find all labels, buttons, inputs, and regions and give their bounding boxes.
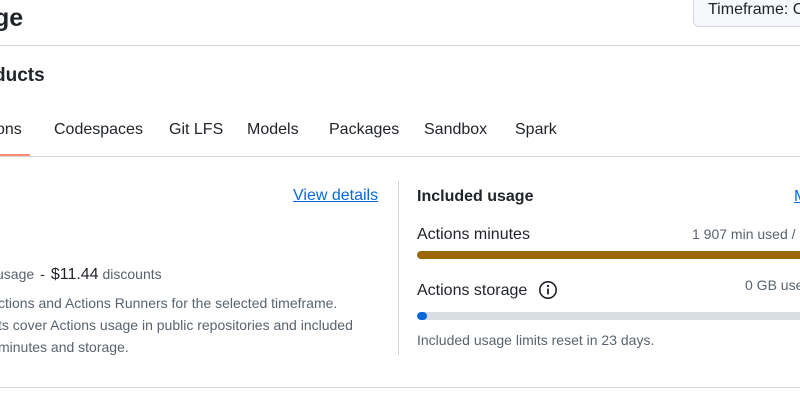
- products-heading: ducts: [0, 65, 45, 86]
- actions-storage-progress: [417, 312, 800, 320]
- manage-link[interactable]: M: [794, 188, 800, 206]
- discount-amount: $11.44: [50, 266, 99, 283]
- actions-minutes-progress-fill: [417, 251, 800, 259]
- tab-actions[interactable]: ons: [0, 110, 30, 156]
- tab-sandbox[interactable]: Sandbox: [424, 110, 487, 156]
- product-tabs: ons Codespaces Git LFS Models Packages S…: [0, 110, 800, 156]
- discount-summary: usage-$11.44 discounts: [0, 266, 162, 284]
- summary-separator: -: [40, 266, 45, 282]
- view-details-link[interactable]: View details: [293, 187, 378, 205]
- tab-packages[interactable]: Packages: [329, 110, 399, 156]
- tabs-divider: [0, 156, 800, 157]
- description-line: ctions and Actions Runners for the selec…: [0, 295, 338, 311]
- actions-storage-label: Actions storage: [417, 282, 528, 299]
- actions-storage-progress-fill: [417, 312, 427, 320]
- header-divider: [0, 45, 800, 46]
- discount-label: discounts: [102, 266, 162, 282]
- tab-codespaces[interactable]: Codespaces: [54, 110, 143, 156]
- usage-label: usage: [0, 266, 35, 282]
- tab-git-lfs[interactable]: Git LFS: [169, 110, 223, 156]
- actions-minutes-progress: [417, 251, 800, 259]
- actions-minutes-value: 1 907 min used / 2: [692, 226, 800, 242]
- included-usage-heading: Included usage: [417, 188, 534, 205]
- description-line: ts cover Actions usage in public reposit…: [0, 317, 353, 333]
- actions-minutes-label: Actions minutes: [417, 226, 530, 243]
- usage-reset-note: Included usage limits reset in 23 days.: [417, 332, 655, 348]
- page-title: ge: [0, 4, 24, 32]
- bottom-divider: [0, 387, 800, 388]
- usage-description: ctions and Actions Runners for the selec…: [0, 292, 378, 358]
- tab-spark[interactable]: Spark: [515, 110, 557, 156]
- timeframe-dropdown-button[interactable]: Timeframe: C: [693, 0, 800, 27]
- tab-models[interactable]: Models: [247, 110, 299, 156]
- panel-divider: [398, 181, 399, 355]
- info-icon[interactable]: [538, 280, 558, 300]
- description-line: minutes and storage.: [0, 339, 129, 355]
- actions-storage-value: 0 GB used: [745, 277, 800, 293]
- billing-usage-page: ge Timeframe: C ducts ons Codespaces Git…: [0, 0, 800, 400]
